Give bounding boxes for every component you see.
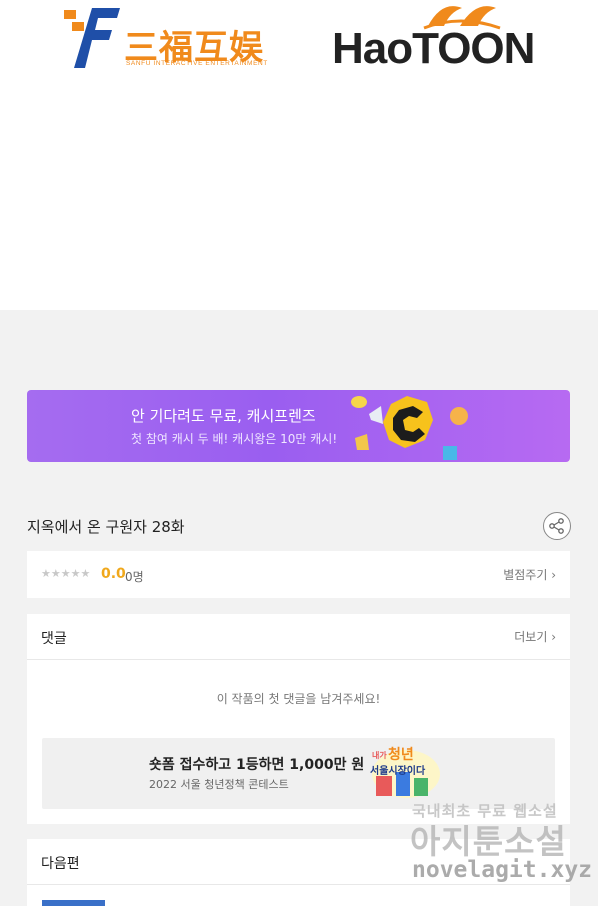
webtoon-image-area: 三福互娱 SANFU INTERACTIVE ENTERTAINMENT Hao… — [0, 0, 598, 310]
rating-score: 0.0 — [101, 566, 126, 582]
sanfu-logo-subtext: SANFU INTERACTIVE ENTERTAINMENT — [126, 60, 268, 67]
cash-friends-banner[interactable]: 안 기다려도 무료, 캐시프렌즈 첫 참여 캐시 두 배! 캐시왕은 10만 캐… — [27, 390, 570, 462]
watermark-line-2: 아지툰소설 — [410, 822, 567, 861]
comments-empty-message: 이 작품의 첫 댓글을 남겨주세요! — [216, 692, 381, 706]
comments-title: 댓글 — [41, 631, 67, 647]
promo-poster-title: 청년 — [388, 747, 414, 763]
rating-count: 0명 — [125, 570, 144, 584]
youth-policy-promo-banner[interactable]: 숏폼 접수하고 1등하면 1,000만 원 2022 서울 청년정책 콘테스트 … — [42, 738, 555, 809]
comments-header: 댓글 더보기 › — [27, 614, 570, 660]
share-button[interactable] — [543, 512, 571, 540]
rating-card: ★★★★★ 0.0 0명 별점주기 › — [27, 551, 570, 598]
promo-headline: 숏폼 접수하고 1등하면 1,000만 원 — [149, 757, 365, 773]
comments-more-link[interactable]: 더보기 › — [514, 628, 556, 645]
cash-coin-icon — [351, 396, 468, 460]
promo-poster-subtitle: 서울시장이다 — [370, 766, 426, 777]
next-episode-title: 다음편 — [41, 856, 80, 872]
rating-stars[interactable]: ★★★★★ — [41, 567, 90, 580]
haotoon-logo: HaoTOON — [332, 2, 538, 74]
share-icon — [549, 518, 564, 534]
site-watermark: 국내최초 무료 웹소설 아지툰소설 novelagit.xyz — [410, 800, 592, 890]
sanfu-logo: 三福互娱 SANFU INTERACTIVE ENTERTAINMENT — [62, 4, 272, 74]
promo-subline: 2022 서울 청년정책 콘테스트 — [149, 778, 289, 791]
comments-card: 댓글 더보기 › 이 작품의 첫 댓글을 남겨주세요! 숏폼 접수하고 1등하면… — [27, 614, 570, 824]
rate-button[interactable]: 별점주기 › — [503, 566, 556, 583]
sanfu-f-icon — [64, 8, 120, 68]
next-episode-thumbnail[interactable] — [42, 900, 105, 906]
episode-title: 지옥에서 온 구원자 28화 — [27, 518, 185, 536]
banner-subline: 첫 참여 캐시 두 배! 캐시왕은 10만 캐시! — [131, 432, 338, 446]
banner-headline: 안 기다려도 무료, 캐시프렌즈 — [131, 407, 316, 425]
promo-poster-image: 내가 청년 서울시장이다 — [366, 742, 448, 804]
promo-poster-small: 내가 — [372, 751, 387, 760]
haotoon-logo-text: HaoTOON — [332, 24, 535, 73]
watermark-line-3: novelagit.xyz — [412, 857, 593, 883]
